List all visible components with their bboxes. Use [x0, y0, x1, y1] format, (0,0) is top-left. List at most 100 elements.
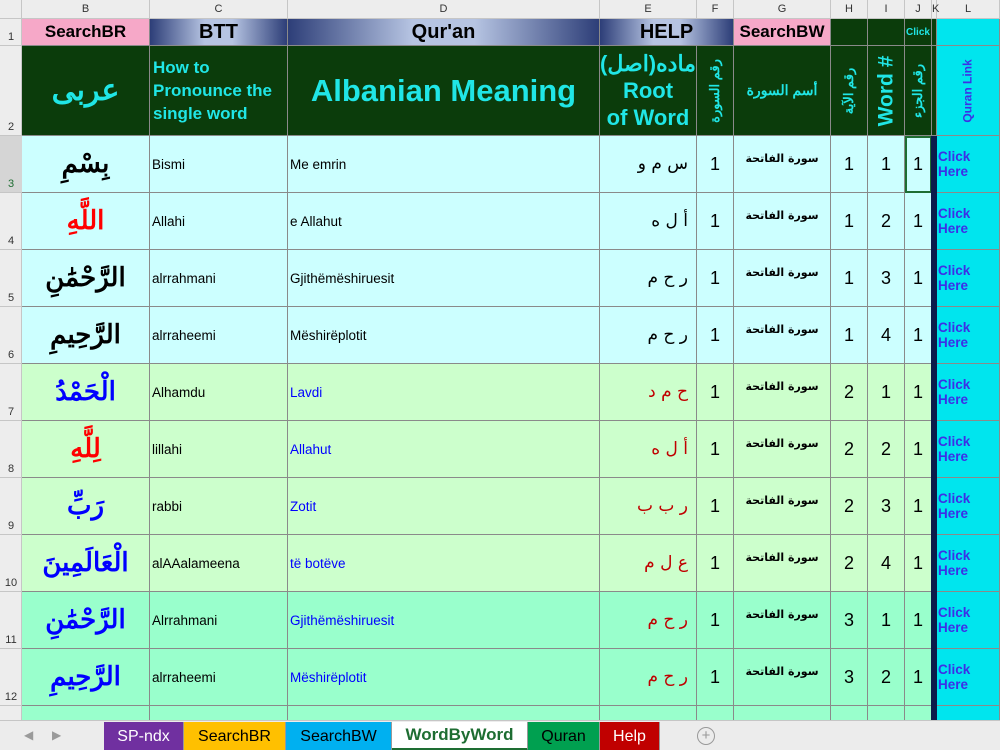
arabic-word-cell[interactable]: رَبِّ [22, 478, 150, 535]
column-header-d[interactable]: D [288, 0, 600, 19]
surah-name-cell[interactable]: سورة الفاتحة [734, 535, 831, 592]
ayah-number-cell[interactable]: 1 [831, 193, 868, 250]
quran-link[interactable]: Click Here [937, 136, 1000, 193]
albanian-meaning-cell[interactable]: Gjithëmëshiruesit [288, 592, 600, 649]
word-number-cell[interactable]: 1 [868, 592, 905, 649]
word-number-cell[interactable]: 2 [868, 421, 905, 478]
quran-button[interactable]: Qur'an [288, 19, 600, 46]
juz-number-cell[interactable]: 1 [905, 193, 932, 250]
surah-number-cell[interactable]: 1 [697, 250, 734, 307]
arabic-word-cell[interactable]: لِلَّهِ [22, 421, 150, 478]
quran-link[interactable]: Click Here [937, 193, 1000, 250]
pronunciation-cell[interactable]: Allahi [150, 193, 288, 250]
add-sheet-icon[interactable]: + [697, 727, 715, 745]
quran-link[interactable]: Click Here [937, 592, 1000, 649]
column-header-f[interactable]: F [697, 0, 734, 19]
pronunciation-cell[interactable]: alrraheemi [150, 307, 288, 364]
albanian-meaning-cell[interactable]: Mëshirëplotit [288, 649, 600, 706]
ayah-number-cell[interactable]: 1 [831, 136, 868, 193]
albanian-meaning-cell[interactable]: Allahut [288, 421, 600, 478]
root-cell[interactable]: ع ل م [600, 535, 697, 592]
word-number-cell[interactable]: 3 [868, 250, 905, 307]
surah-number-cell[interactable]: 1 [697, 421, 734, 478]
ayah-number-cell[interactable]: 3 [831, 649, 868, 706]
albanian-meaning-cell[interactable]: të botëve [288, 535, 600, 592]
surah-name-cell[interactable]: سورة الفاتحة [734, 307, 831, 364]
arabic-word-cell[interactable]: الرَّحْمَٰنِ [22, 592, 150, 649]
column-header-l[interactable]: L [937, 0, 1000, 19]
ayah-number-cell[interactable]: 1 [831, 307, 868, 364]
word-number-cell[interactable]: 4 [868, 535, 905, 592]
surah-name-cell[interactable]: سورة الفاتحة [734, 193, 831, 250]
column-header-i[interactable]: I [868, 0, 905, 19]
row-header[interactable]: 7 [0, 364, 22, 421]
albanian-meaning-cell[interactable]: Mëshirëplotit [288, 307, 600, 364]
root-cell[interactable]: ر ح م [600, 307, 697, 364]
quran-link[interactable]: Click Here [937, 421, 1000, 478]
arabic-word-cell[interactable]: بِسْمِ [22, 136, 150, 193]
tab-quran[interactable]: Quran [528, 722, 600, 750]
row-header[interactable]: 5 [0, 250, 22, 307]
pronunciation-cell[interactable]: Bismi [150, 136, 288, 193]
word-number-cell[interactable]: 2 [868, 649, 905, 706]
surah-name-cell[interactable]: سورة الفاتحة [734, 478, 831, 535]
juz-number-cell[interactable]: 1 [905, 307, 932, 364]
albanian-meaning-cell[interactable]: Lavdi [288, 364, 600, 421]
column-header-g[interactable]: G [734, 0, 831, 19]
btt-button[interactable]: BTT [150, 19, 288, 46]
juz-number-cell[interactable]: 1 [905, 649, 932, 706]
surah-name-cell[interactable]: سورة الفاتحة [734, 250, 831, 307]
albanian-meaning-cell[interactable]: Gjithëmëshiruesit [288, 250, 600, 307]
row-header[interactable]: 10 [0, 535, 22, 592]
root-cell[interactable]: ر ح م [600, 649, 697, 706]
surah-number-cell[interactable]: 1 [697, 592, 734, 649]
searchbr-button[interactable]: SearchBR [22, 19, 150, 46]
arabic-word-cell[interactable]: الرَّحِيمِ [22, 307, 150, 364]
quran-link[interactable]: Click Here [937, 649, 1000, 706]
row-header[interactable]: 12 [0, 649, 22, 706]
root-cell[interactable]: س م و [600, 136, 697, 193]
root-cell[interactable]: ر ح م [600, 250, 697, 307]
surah-name-cell[interactable]: سورة الفاتحة [734, 364, 831, 421]
ayah-number-cell[interactable]: 2 [831, 478, 868, 535]
word-number-cell[interactable]: 1 [868, 136, 905, 193]
column-header-h[interactable]: H [831, 0, 868, 19]
pronunciation-cell[interactable]: lillahi [150, 421, 288, 478]
ayah-number-cell[interactable]: 2 [831, 535, 868, 592]
pronunciation-cell[interactable]: Alrrahmani [150, 592, 288, 649]
pronunciation-cell[interactable]: rabbi [150, 478, 288, 535]
row-header[interactable]: 11 [0, 592, 22, 649]
juz-number-cell[interactable]: 1 [905, 364, 932, 421]
row-header[interactable]: 4 [0, 193, 22, 250]
surah-number-cell[interactable]: 1 [697, 535, 734, 592]
pronunciation-cell[interactable]: alAAalameena [150, 535, 288, 592]
help-button[interactable]: HELP [600, 19, 734, 46]
arabic-word-cell[interactable]: الرَّحِيمِ [22, 649, 150, 706]
root-cell[interactable]: أ ل ه [600, 193, 697, 250]
pronunciation-cell[interactable]: alrraheemi [150, 649, 288, 706]
surah-name-cell[interactable]: سورة الفاتحة [734, 592, 831, 649]
juz-number-cell[interactable]: 1 [905, 136, 932, 193]
juz-number-cell[interactable]: 1 [905, 478, 932, 535]
root-cell[interactable]: أ ل ه [600, 421, 697, 478]
juz-number-cell[interactable]: 1 [905, 250, 932, 307]
tab-searchbw[interactable]: SearchBW [286, 722, 392, 750]
quran-link[interactable]: Click Here [937, 307, 1000, 364]
scroll-left-icon[interactable]: ◀ [24, 728, 33, 742]
juz-number-cell[interactable]: 1 [905, 421, 932, 478]
ayah-number-cell[interactable]: 2 [831, 364, 868, 421]
arabic-word-cell[interactable]: اللَّهِ [22, 193, 150, 250]
tab-sp-ndx[interactable]: SP-ndx [104, 722, 184, 750]
surah-number-cell[interactable]: 1 [697, 136, 734, 193]
row-header[interactable]: 1 [0, 19, 22, 46]
word-number-cell[interactable]: 2 [868, 193, 905, 250]
row-header[interactable]: 8 [0, 421, 22, 478]
surah-number-cell[interactable]: 1 [697, 307, 734, 364]
word-number-cell[interactable]: 3 [868, 478, 905, 535]
row-header[interactable]: 2 [0, 46, 22, 136]
tab-wordbyword[interactable]: WordByWord [392, 722, 528, 750]
corner-cell[interactable] [0, 0, 22, 19]
arabic-word-cell[interactable]: الرَّحْمَٰنِ [22, 250, 150, 307]
albanian-meaning-cell[interactable]: Zotit [288, 478, 600, 535]
albanian-meaning-cell[interactable]: e Allahut [288, 193, 600, 250]
